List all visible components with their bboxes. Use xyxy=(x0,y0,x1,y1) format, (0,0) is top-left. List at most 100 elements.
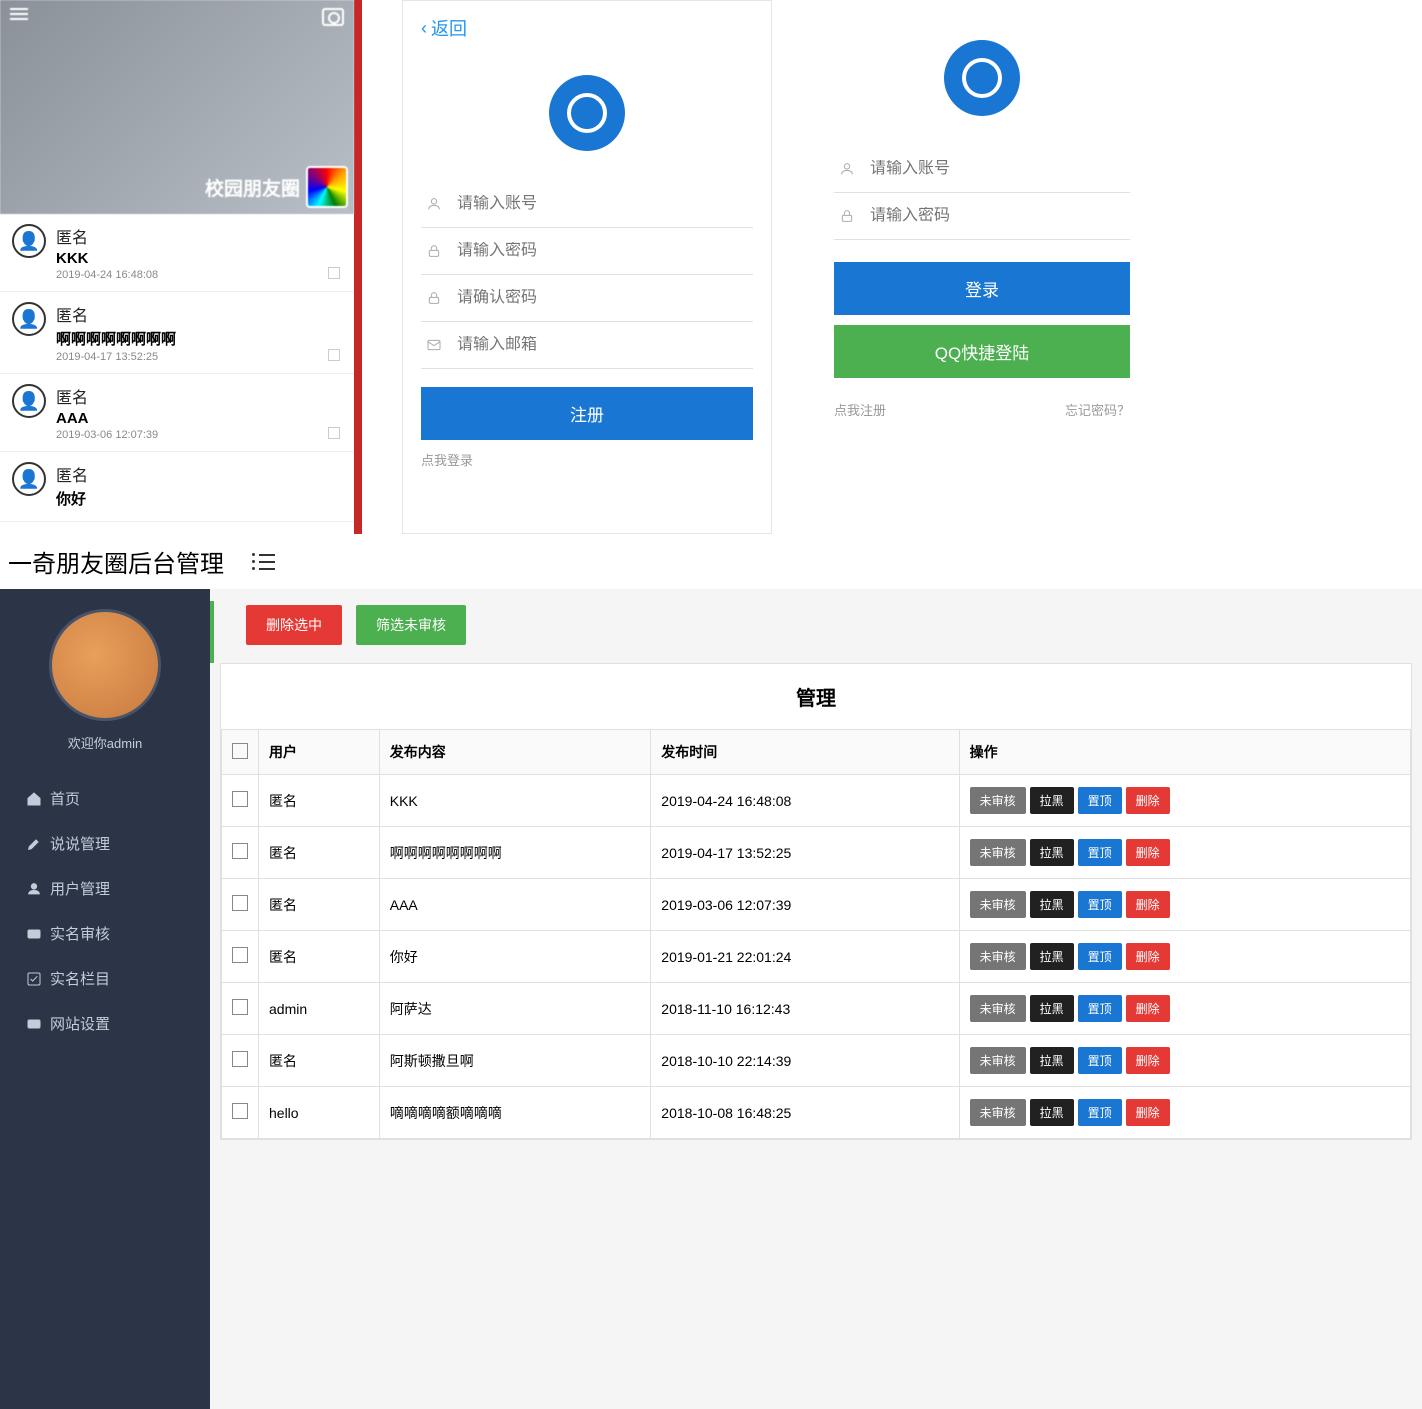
unaudit-button[interactable]: 未审核 xyxy=(970,839,1026,866)
blacklist-button[interactable]: 拉黑 xyxy=(1030,787,1074,814)
unaudit-button[interactable]: 未审核 xyxy=(970,891,1026,918)
register-button[interactable]: 注册 xyxy=(421,387,753,440)
sidebar-item-user[interactable]: 用户管理 xyxy=(0,866,210,911)
feed-content: 啊啊啊啊啊啊啊啊 xyxy=(56,328,342,349)
row-checkbox[interactable] xyxy=(232,1051,248,1067)
feed-checkbox[interactable] xyxy=(328,427,340,439)
header-checkbox[interactable] xyxy=(222,730,259,775)
blacklist-button[interactable]: 拉黑 xyxy=(1030,839,1074,866)
user-icon xyxy=(26,881,42,897)
check-icon xyxy=(26,971,42,987)
unaudit-button[interactable]: 未审核 xyxy=(970,787,1026,814)
login-password-input[interactable] xyxy=(870,207,1126,225)
avatar-icon: 👤 xyxy=(12,302,46,336)
back-label: 返回 xyxy=(431,15,467,41)
welcome-text: 欢迎你admin xyxy=(0,733,210,752)
sidebar-item-label: 网站设置 xyxy=(50,1013,110,1034)
avatar-icon: 👤 xyxy=(12,224,46,258)
cell-time: 2019-01-21 22:01:24 xyxy=(651,931,959,983)
row-checkbox[interactable] xyxy=(232,947,248,963)
sidebar-item-home[interactable]: 首页 xyxy=(0,776,210,821)
delete-button[interactable]: 删除 xyxy=(1126,787,1170,814)
edit-icon xyxy=(26,836,42,852)
menu-icon[interactable] xyxy=(10,8,28,26)
feed-checkbox[interactable] xyxy=(328,267,340,279)
row-checkbox[interactable] xyxy=(232,1103,248,1119)
feed-header: 校园朋友圈 xyxy=(0,0,354,214)
delete-selected-button[interactable]: 删除选中 xyxy=(246,605,342,645)
row-checkbox[interactable] xyxy=(232,999,248,1015)
unaudit-button[interactable]: 未审核 xyxy=(970,943,1026,970)
sidebar-item-check[interactable]: 实名栏目 xyxy=(0,956,210,1001)
admin-body: 欢迎你admin 首页说说管理用户管理实名审核实名栏目网站设置 删除选中 筛选未… xyxy=(0,589,1422,1409)
confirm-password-input[interactable] xyxy=(457,289,749,307)
blacklist-button[interactable]: 拉黑 xyxy=(1030,1047,1074,1074)
top-button[interactable]: 置顶 xyxy=(1078,943,1122,970)
sidebar-item-label: 实名栏目 xyxy=(50,968,110,989)
register-panel: ‹ 返回 注册 点我登录 xyxy=(402,0,772,534)
delete-button[interactable]: 删除 xyxy=(1126,943,1170,970)
cell-time: 2018-10-10 22:14:39 xyxy=(651,1035,959,1087)
action-bar: 删除选中 筛选未审核 xyxy=(210,601,1422,663)
unaudit-button[interactable]: 未审核 xyxy=(970,1099,1026,1126)
feed-item[interactable]: 👤 匿名 啊啊啊啊啊啊啊啊 2019-04-17 13:52:25 xyxy=(0,292,354,374)
sidebar-item-label: 实名审核 xyxy=(50,923,110,944)
back-link[interactable]: ‹ 返回 xyxy=(421,1,753,55)
unaudit-button[interactable]: 未审核 xyxy=(970,995,1026,1022)
filter-unaudited-button[interactable]: 筛选未审核 xyxy=(356,605,466,645)
cell-time: 2018-10-08 16:48:25 xyxy=(651,1087,959,1139)
email-input[interactable] xyxy=(457,336,749,354)
blacklist-button[interactable]: 拉黑 xyxy=(1030,943,1074,970)
delete-button[interactable]: 删除 xyxy=(1126,1047,1170,1074)
login-button[interactable]: 登录 xyxy=(834,262,1130,315)
card-icon xyxy=(26,926,42,942)
sidebar-item-card[interactable]: 网站设置 xyxy=(0,1001,210,1046)
admin-title: 一奇朋友圈后台管理 xyxy=(8,544,224,579)
cell-time: 2019-04-17 13:52:25 xyxy=(651,827,959,879)
login-account-input[interactable] xyxy=(870,160,1126,178)
table-row: 匿名 KKK 2019-04-24 16:48:08 未审核 拉黑 置顶 删除 xyxy=(222,775,1411,827)
forgot-password-link[interactable]: 忘记密码？ xyxy=(1065,400,1130,419)
blacklist-button[interactable]: 拉黑 xyxy=(1030,1099,1074,1126)
top-button[interactable]: 置顶 xyxy=(1078,1099,1122,1126)
top-button[interactable]: 置顶 xyxy=(1078,1047,1122,1074)
lock-icon xyxy=(838,207,856,225)
feed-checkbox[interactable] xyxy=(328,349,340,361)
blacklist-button[interactable]: 拉黑 xyxy=(1030,891,1074,918)
delete-button[interactable]: 删除 xyxy=(1126,1099,1170,1126)
camera-icon[interactable] xyxy=(322,8,344,26)
cell-content: 嘀嘀嘀嘀额嘀嘀嘀 xyxy=(379,1087,651,1139)
sidebar-item-edit[interactable]: 说说管理 xyxy=(0,821,210,866)
list-icon[interactable] xyxy=(252,553,275,570)
cell-time: 2019-04-24 16:48:08 xyxy=(651,775,959,827)
top-button[interactable]: 置顶 xyxy=(1078,839,1122,866)
cell-content: AAA xyxy=(379,879,651,931)
lock-icon xyxy=(425,289,443,307)
sidebar-item-card[interactable]: 实名审核 xyxy=(0,911,210,956)
login-link[interactable]: 点我登录 xyxy=(421,450,473,469)
user-icon xyxy=(838,160,856,178)
delete-button[interactable]: 删除 xyxy=(1126,995,1170,1022)
chevron-left-icon: ‹ xyxy=(421,18,427,39)
account-input[interactable] xyxy=(457,195,749,213)
unaudit-button[interactable]: 未审核 xyxy=(970,1047,1026,1074)
feed-item[interactable]: 👤 匿名 你好 xyxy=(0,452,354,522)
delete-button[interactable]: 删除 xyxy=(1126,891,1170,918)
delete-button[interactable]: 删除 xyxy=(1126,839,1170,866)
feed-item[interactable]: 👤 匿名 KKK 2019-04-24 16:48:08 xyxy=(0,214,354,292)
row-checkbox[interactable] xyxy=(232,843,248,859)
sidebar-item-label: 说说管理 xyxy=(50,833,110,854)
qq-login-button[interactable]: QQ快捷登陆 xyxy=(834,325,1130,378)
row-checkbox[interactable] xyxy=(232,791,248,807)
top-button[interactable]: 置顶 xyxy=(1078,891,1122,918)
row-checkbox[interactable] xyxy=(232,895,248,911)
password-input[interactable] xyxy=(457,242,749,260)
blacklist-button[interactable]: 拉黑 xyxy=(1030,995,1074,1022)
feed-anon-label: 匿名 xyxy=(56,462,342,486)
cell-user: 匿名 xyxy=(259,1035,380,1087)
feed-content: KKK xyxy=(56,250,342,267)
feed-item[interactable]: 👤 匿名 AAA 2019-03-06 12:07:39 xyxy=(0,374,354,452)
top-button[interactable]: 置顶 xyxy=(1078,787,1122,814)
top-button[interactable]: 置顶 xyxy=(1078,995,1122,1022)
register-link[interactable]: 点我注册 xyxy=(834,400,886,419)
